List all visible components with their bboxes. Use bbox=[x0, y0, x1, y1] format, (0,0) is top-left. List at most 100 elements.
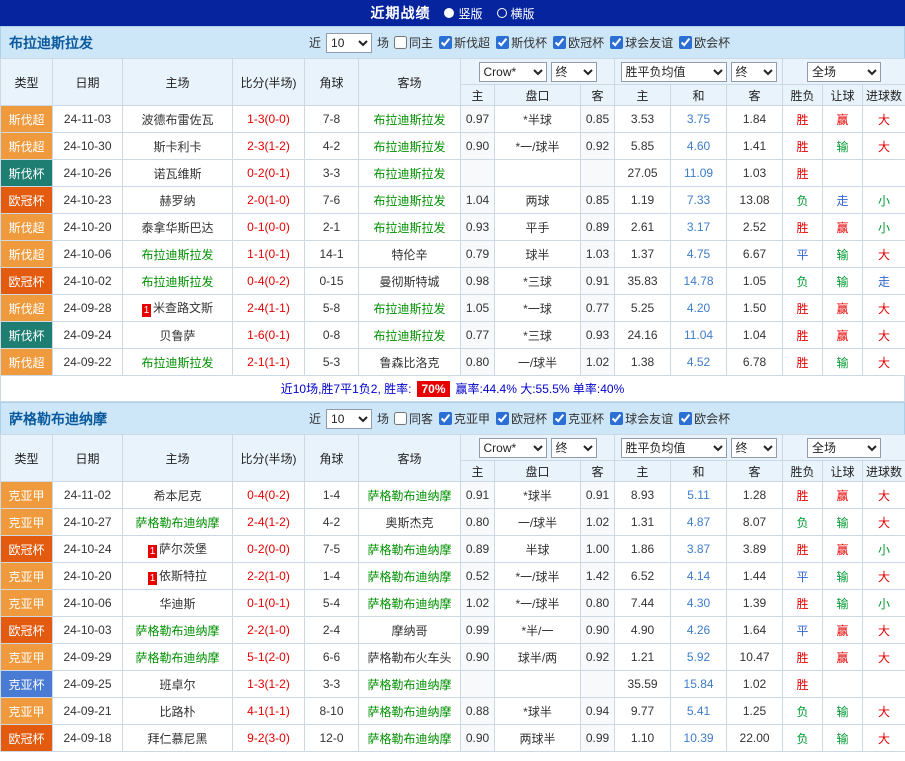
asia-odds-time-select[interactable]: 终 bbox=[551, 62, 597, 82]
team-name-text[interactable]: 布拉迪斯拉发 bbox=[141, 356, 213, 370]
team-name-text[interactable]: 布拉迪斯拉发 bbox=[373, 167, 445, 181]
team-name-text[interactable]: 布拉迪斯拉发 bbox=[373, 113, 445, 127]
filter-checkbox-克亚甲[interactable]: 克亚甲 bbox=[439, 410, 490, 427]
europe-odds-select[interactable]: 胜平负均值 bbox=[621, 438, 727, 458]
team-name-text[interactable]: 萨格勒布迪纳摩 bbox=[367, 597, 451, 611]
team-name-text[interactable]: 班卓尔 bbox=[159, 678, 195, 692]
team-name-text[interactable]: 米查路文斯 bbox=[153, 301, 213, 315]
team-name-text[interactable]: 斯卡利卡 bbox=[153, 140, 201, 154]
filter-checkbox-欧会杯[interactable]: 欧会杯 bbox=[679, 410, 730, 427]
europe-away-odds: 6.78 bbox=[727, 349, 783, 376]
checkbox-input[interactable] bbox=[496, 36, 509, 49]
europe-odds-select[interactable]: 胜平负均值 bbox=[621, 62, 727, 82]
match-count-select[interactable]: 10 bbox=[326, 33, 372, 53]
filter-checkbox-欧会杯[interactable]: 欧会杯 bbox=[679, 34, 730, 51]
team-name-text[interactable]: 布拉迪斯拉发 bbox=[141, 275, 213, 289]
radio-unselected-icon[interactable] bbox=[497, 8, 507, 18]
team-name-text[interactable]: 萨格勒布迪纳摩 bbox=[367, 489, 451, 503]
filter-checkbox-克亚杯[interactable]: 克亚杯 bbox=[553, 410, 604, 427]
team-name-text[interactable]: 布拉迪斯拉发 bbox=[373, 194, 445, 208]
filter-checkbox-斯伐杯[interactable]: 斯伐杯 bbox=[496, 34, 547, 51]
team-name-text[interactable]: 萨格勒布火车头 bbox=[367, 651, 451, 665]
team-name-text[interactable]: 波德布雷佐瓦 bbox=[141, 113, 213, 127]
team-name-text[interactable]: 萨格勒布迪纳摩 bbox=[135, 624, 219, 638]
scope-select[interactable]: 全场 bbox=[807, 438, 881, 458]
filter-checkbox-欧冠杯[interactable]: 欧冠杯 bbox=[553, 34, 604, 51]
match-score: 2-1(1-1) bbox=[233, 349, 305, 376]
match-count-select[interactable]: 10 bbox=[326, 409, 372, 429]
home-team-cell: 赫罗纳 bbox=[123, 187, 233, 214]
team-name[interactable]: 布拉迪斯拉发 bbox=[9, 33, 309, 53]
filter-checkbox-球会友谊[interactable]: 球会友谊 bbox=[610, 410, 673, 427]
checkbox-input[interactable] bbox=[496, 412, 509, 425]
checkbox-input[interactable] bbox=[610, 412, 623, 425]
team-name-text[interactable]: 诺瓦维斯 bbox=[153, 167, 201, 181]
team-name-text[interactable]: 摩纳哥 bbox=[391, 624, 427, 638]
team-name[interactable]: 萨格勒布迪纳摩 bbox=[9, 409, 309, 429]
asia-away-odds: 1.02 bbox=[581, 509, 615, 536]
team-name-text[interactable]: 萨格勒布迪纳摩 bbox=[367, 543, 451, 557]
team-name-text[interactable]: 布拉迪斯拉发 bbox=[373, 302, 445, 316]
checkbox-input[interactable] bbox=[553, 412, 566, 425]
checkbox-input[interactable] bbox=[679, 36, 692, 49]
asia-handicap: 半球 bbox=[495, 536, 581, 563]
team-name-text[interactable]: 比路朴 bbox=[159, 705, 195, 719]
checkbox-input[interactable] bbox=[439, 36, 452, 49]
europe-home-odds: 1.37 bbox=[615, 241, 671, 268]
checkbox-input[interactable] bbox=[610, 36, 623, 49]
team-name-text[interactable]: 赫罗纳 bbox=[159, 194, 195, 208]
team-name-text[interactable]: 萨格勒布迪纳摩 bbox=[367, 705, 451, 719]
filter-checkbox-斯伐超[interactable]: 斯伐超 bbox=[439, 34, 490, 51]
checkbox-input[interactable] bbox=[553, 36, 566, 49]
team-name-text[interactable]: 萨格勒布迪纳摩 bbox=[367, 570, 451, 584]
odds-company-select[interactable]: Crow* bbox=[479, 438, 547, 458]
team-name-text[interactable]: 萨格勒布迪纳摩 bbox=[367, 732, 451, 746]
team-name-text[interactable]: 拜仁慕尼黑 bbox=[147, 732, 207, 746]
team-name-text[interactable]: 萨格勒布迪纳摩 bbox=[135, 651, 219, 665]
team-name-text[interactable]: 曼彻斯特城 bbox=[379, 275, 439, 289]
checkbox-input[interactable] bbox=[394, 412, 407, 425]
team-name-text[interactable]: 泰拿华斯巴达 bbox=[141, 221, 213, 235]
team-name-text[interactable]: 萨尔茨堡 bbox=[159, 542, 207, 556]
corner-score: 2-1 bbox=[305, 214, 359, 241]
filter-checkbox-欧冠杯[interactable]: 欧冠杯 bbox=[496, 410, 547, 427]
filter-checkbox-球会友谊[interactable]: 球会友谊 bbox=[610, 34, 673, 51]
team-name-text[interactable]: 布拉迪斯拉发 bbox=[373, 329, 445, 343]
asia-odds-time-select[interactable]: 终 bbox=[551, 438, 597, 458]
filter-checkbox-同客[interactable]: 同客 bbox=[394, 410, 433, 427]
team-name-text[interactable]: 布拉迪斯拉发 bbox=[373, 140, 445, 154]
goals-result-cell: 大 bbox=[863, 322, 905, 349]
team-name-text[interactable]: 萨格勒布迪纳摩 bbox=[135, 516, 219, 530]
filter-checkbox-同主[interactable]: 同主 bbox=[394, 34, 433, 51]
col-asia-home: 主 bbox=[461, 85, 495, 106]
team-name-text[interactable]: 依斯特拉 bbox=[159, 569, 207, 583]
team-name-text[interactable]: 奥斯杰克 bbox=[385, 516, 433, 530]
team-name-text[interactable]: 布拉迪斯拉发 bbox=[141, 248, 213, 262]
team-name-text[interactable]: 鲁森比洛克 bbox=[379, 356, 439, 370]
league-badge: 克亚杯 bbox=[1, 671, 53, 698]
team-name-text[interactable]: 布拉迪斯拉发 bbox=[373, 221, 445, 235]
asia-away-odds: 0.77 bbox=[581, 295, 615, 322]
scope-select[interactable]: 全场 bbox=[807, 62, 881, 82]
team-name-text[interactable]: 希本尼克 bbox=[153, 489, 201, 503]
asia-handicap: 球半/两 bbox=[495, 644, 581, 671]
odds-company-select[interactable]: Crow* bbox=[479, 62, 547, 82]
europe-away-odds: 1.25 bbox=[727, 698, 783, 725]
checkbox-input[interactable] bbox=[679, 412, 692, 425]
team-name-text[interactable]: 特伦辛 bbox=[391, 248, 427, 262]
team-name-text[interactable]: 华迪斯 bbox=[159, 597, 195, 611]
col-home: 主场 bbox=[123, 59, 233, 106]
team-name-text[interactable]: 贝鲁萨 bbox=[159, 329, 195, 343]
radio-selected-icon[interactable] bbox=[444, 8, 454, 18]
layout-option-horizontal[interactable]: 横版 bbox=[497, 5, 535, 22]
filter-checkboxes: 同客克亚甲欧冠杯克亚杯球会友谊欧会杯 bbox=[394, 410, 734, 427]
col-score: 比分(半场) bbox=[233, 435, 305, 482]
checkbox-input[interactable] bbox=[394, 36, 407, 49]
europe-odds-time-select[interactable]: 终 bbox=[731, 438, 777, 458]
europe-odds-time-select[interactable]: 终 bbox=[731, 62, 777, 82]
goals-result-cell: 大 bbox=[863, 563, 905, 590]
asia-handicap: 球半 bbox=[495, 241, 581, 268]
team-name-text[interactable]: 萨格勒布迪纳摩 bbox=[367, 678, 451, 692]
checkbox-input[interactable] bbox=[439, 412, 452, 425]
layout-option-vertical[interactable]: 竖版 bbox=[444, 5, 482, 22]
